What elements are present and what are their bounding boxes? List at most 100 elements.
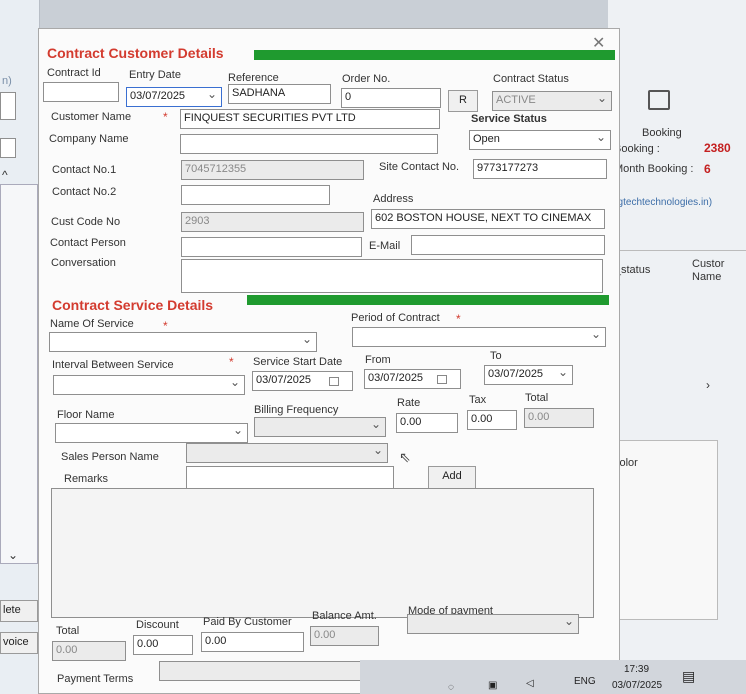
- contact-person-field[interactable]: [181, 237, 362, 257]
- reference-field[interactable]: SADHANA: [228, 84, 331, 104]
- to-label: To: [490, 350, 502, 362]
- booking-count-value: 2380: [704, 141, 731, 155]
- contact-no2-field[interactable]: [181, 185, 330, 205]
- background-window-right: Booking Booking : 2380 Month Booking : 6…: [608, 0, 746, 694]
- delete-button[interactable]: lete: [0, 600, 38, 622]
- chevron-down-icon[interactable]: ⌄: [8, 548, 18, 562]
- contact-no1-label: Contact No.1: [52, 164, 117, 176]
- background-window-left: n) ^ ⌄ lete voice: [0, 0, 40, 694]
- section-bar: [254, 50, 615, 60]
- mode-of-payment-select[interactable]: [407, 614, 579, 634]
- app-icon[interactable]: ▣: [488, 680, 497, 691]
- order-no-field[interactable]: 0: [341, 88, 441, 108]
- left-panel-text: n): [2, 75, 12, 87]
- required-marker-2: *: [163, 319, 168, 333]
- to-date-picker[interactable]: 03/07/2025: [484, 365, 573, 385]
- rate-field[interactable]: 0.00: [396, 413, 458, 433]
- add-button[interactable]: Add: [428, 466, 476, 489]
- section-bar-2: [247, 295, 609, 305]
- sales-person-select[interactable]: [186, 443, 388, 463]
- divider: [608, 250, 746, 251]
- cust-code-label: Cust Code No: [51, 216, 121, 228]
- footer-total-field[interactable]: 0.00: [52, 641, 126, 661]
- discount-label: Discount: [136, 619, 179, 631]
- service-section-title: Contract Service Details: [52, 297, 214, 313]
- floor-name-label: Floor Name: [57, 409, 115, 421]
- month-booking-value: 6: [704, 162, 711, 176]
- interval-select[interactable]: [53, 375, 245, 395]
- cust-code-field[interactable]: 2903: [181, 212, 364, 232]
- site-contact-label: Site Contact No.: [379, 161, 460, 173]
- address-field[interactable]: 602 BOSTON HOUSE, NEXT TO CINEMAX: [371, 209, 605, 229]
- from-date-picker[interactable]: 03/07/2025: [364, 369, 461, 389]
- mouse-cursor-icon: ⇖: [399, 449, 411, 465]
- notification-icon[interactable]: ▤: [682, 668, 695, 685]
- address-label: Address: [373, 193, 414, 205]
- balance-label: Balance Amt.: [312, 610, 377, 622]
- conversation-label: Conversation: [51, 257, 116, 269]
- calendar-icon[interactable]: [329, 377, 339, 386]
- service-start-date-picker[interactable]: 03/07/2025: [252, 371, 353, 391]
- balance-field[interactable]: 0.00: [310, 626, 379, 646]
- rate-label: Rate: [397, 397, 421, 409]
- clock-date[interactable]: 03/07/2025: [612, 680, 662, 691]
- company-name-label: Company Name: [49, 133, 129, 145]
- name-of-service-select[interactable]: [49, 332, 317, 352]
- from-date-value: 03/07/2025: [368, 372, 424, 384]
- start-date-value: 03/07/2025: [256, 374, 312, 386]
- service-items-grid[interactable]: [51, 488, 594, 618]
- conversation-field[interactable]: [181, 259, 603, 293]
- calendar-icon[interactable]: [437, 375, 447, 384]
- entry-date-picker[interactable]: 03/07/2025: [126, 87, 222, 107]
- left-panel-field[interactable]: [0, 92, 16, 120]
- start-date-label: Service Start Date: [253, 356, 343, 368]
- customer-column-header-2[interactable]: Name: [692, 271, 721, 283]
- paid-by-customer-field[interactable]: 0.00: [201, 632, 304, 652]
- chevron-up-icon[interactable]: ^: [2, 168, 8, 182]
- period-select[interactable]: [352, 327, 606, 347]
- calendar-icon[interactable]: [648, 90, 670, 110]
- from-label: From: [365, 354, 391, 366]
- left-panel-field-2[interactable]: [0, 138, 16, 158]
- site-contact-field[interactable]: 9773177273: [473, 159, 607, 179]
- email-text: ngtechtechnologies.in): [612, 197, 713, 208]
- customer-column-header[interactable]: Custor: [692, 258, 724, 270]
- total-field[interactable]: 0.00: [524, 408, 594, 428]
- booking-label: Booking: [642, 127, 682, 139]
- booking-count-label: Booking :: [614, 143, 660, 155]
- tax-label: Tax: [469, 394, 487, 406]
- left-panel-list[interactable]: [0, 184, 38, 564]
- invoice-button[interactable]: voice: [0, 632, 38, 654]
- floor-name-select[interactable]: [55, 423, 248, 443]
- required-marker: *: [163, 110, 168, 124]
- period-label: Period of Contract: [351, 312, 440, 324]
- service-status-select[interactable]: Open: [469, 130, 611, 150]
- sales-person-label: Sales Person Name: [61, 451, 159, 463]
- contact-no1-field[interactable]: 7045712355: [181, 160, 364, 180]
- month-booking-label: Month Booking :: [614, 163, 694, 175]
- speaker-icon[interactable]: ◁: [526, 678, 534, 689]
- contract-status-label: Contract Status: [493, 73, 569, 85]
- contract-id-field[interactable]: [43, 82, 119, 102]
- contract-dialog: ✕ Contract Customer Details Contract Id …: [38, 28, 620, 694]
- company-name-field[interactable]: [180, 134, 438, 154]
- contact-person-label: Contact Person: [50, 237, 126, 249]
- taskbar: ◌ ▣ ◁ ENG 17:39 03/07/2025 ▤: [360, 660, 746, 694]
- paid-by-customer-label: Paid By Customer: [203, 616, 292, 628]
- customer-name-field[interactable]: FINQUEST SECURITIES PVT LTD: [180, 109, 440, 129]
- clock-time[interactable]: 17:39: [624, 664, 649, 675]
- chevron-right-icon[interactable]: ›: [706, 378, 710, 392]
- billing-frequency-select[interactable]: [254, 417, 386, 437]
- email-field[interactable]: [411, 235, 605, 255]
- color-table[interactable]: color: [608, 440, 718, 620]
- r-button[interactable]: R: [448, 90, 478, 112]
- contact-no2-label: Contact No.2: [52, 186, 117, 198]
- customer-section-title: Contract Customer Details: [47, 45, 224, 61]
- name-of-service-label: Name Of Service: [50, 318, 134, 330]
- contract-status-select[interactable]: ACTIVE: [492, 91, 612, 111]
- customer-name-label: Customer Name: [51, 111, 132, 123]
- discount-field[interactable]: 0.00: [133, 635, 193, 655]
- network-icon[interactable]: ◌: [448, 682, 454, 693]
- language-indicator[interactable]: ENG: [574, 676, 596, 687]
- tax-field[interactable]: 0.00: [467, 410, 517, 430]
